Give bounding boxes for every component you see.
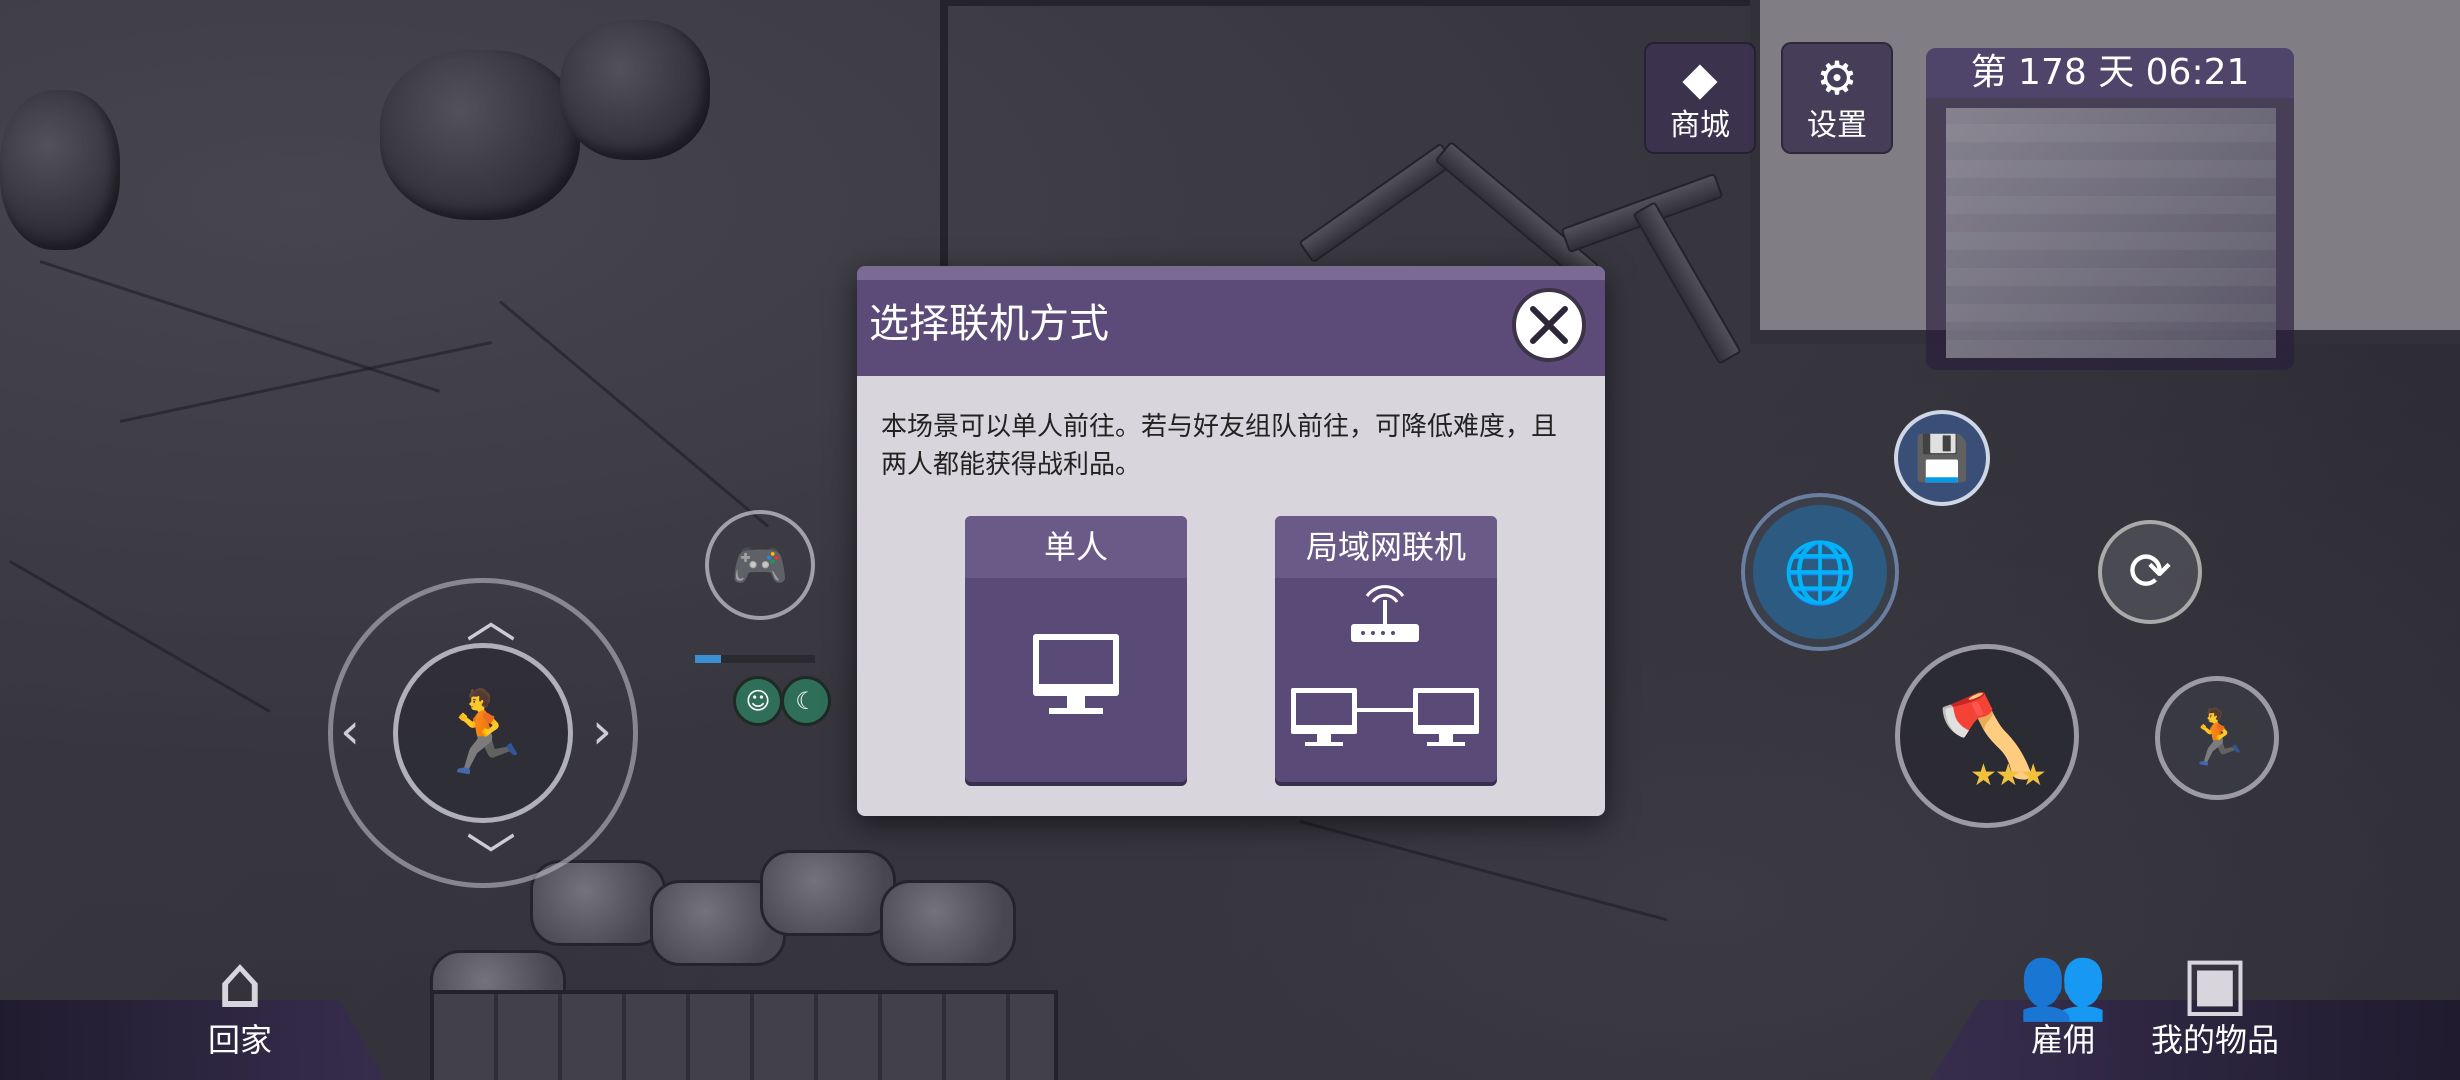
option-label: 局域网联机 bbox=[1275, 516, 1497, 578]
monitor-icon bbox=[1033, 634, 1119, 714]
single-player-option[interactable]: 单人 bbox=[965, 516, 1187, 782]
my-items-label: 我的物品 bbox=[2150, 1021, 2279, 1059]
gear-icon: ⚙ bbox=[1816, 51, 1858, 105]
swap-button[interactable]: ⟳ bbox=[2098, 520, 2202, 624]
status-teammate-icon: ☺ bbox=[733, 676, 783, 726]
globe-gamepad-icon: 🌐 bbox=[1782, 537, 1858, 608]
weapon-stars: ★★★ bbox=[1970, 758, 2047, 793]
lan-multiplayer-option[interactable]: 局域网联机 bbox=[1275, 516, 1497, 782]
chevron-down-icon: ﹀ bbox=[466, 829, 516, 887]
home-button[interactable]: ⌂ 回家 bbox=[180, 942, 300, 1058]
sprint-button[interactable]: 🏃 bbox=[2155, 676, 2279, 800]
home-label: 回家 bbox=[207, 1021, 272, 1059]
chevron-up-icon: ︿ bbox=[466, 591, 516, 649]
lan-network-icon bbox=[1291, 585, 1479, 746]
multiplayer-button[interactable]: 🌐 bbox=[1745, 497, 1895, 647]
running-man-icon: 🏃 bbox=[433, 686, 533, 779]
minimap[interactable]: 第 178 天 06:21 bbox=[1926, 48, 2294, 370]
save-upload-button[interactable]: 💾 bbox=[1894, 410, 1990, 506]
diamond-icon: ◆ bbox=[1682, 51, 1718, 105]
player-health-bar bbox=[695, 655, 815, 663]
hire-button[interactable]: 👥 雇佣 bbox=[2008, 942, 2118, 1058]
dialog-header: 选择联机方式 bbox=[857, 266, 1605, 376]
connection-mode-dialog: 选择联机方式 本场景可以单人前往。若与好友组队前往，可降低难度，且两人都能获得战… bbox=[857, 266, 1605, 816]
health-bar-fill bbox=[695, 655, 722, 663]
save-icon: 💾 bbox=[1914, 433, 1970, 484]
hire-label: 雇佣 bbox=[2030, 1021, 2095, 1059]
joystick-knob[interactable]: 🏃 bbox=[393, 643, 573, 823]
settings-label: 设置 bbox=[1807, 108, 1867, 143]
my-items-button[interactable]: ▣ 我的物品 bbox=[2140, 942, 2290, 1058]
dialog-header-band bbox=[857, 266, 1605, 280]
chevron-left-icon: ‹ bbox=[340, 702, 360, 760]
sprint-icon: 🏃 bbox=[2183, 706, 2251, 769]
status-moon-icon: ☾ bbox=[781, 676, 831, 726]
chevron-right-icon: › bbox=[592, 702, 612, 760]
house-icon: ⌂ bbox=[217, 940, 263, 1024]
settings-button[interactable]: ⚙ 设置 bbox=[1781, 42, 1893, 154]
refresh-icon: ⟳ bbox=[2128, 542, 2172, 602]
day-time-display: 第 178 天 06:21 bbox=[1926, 48, 2294, 98]
shop-label: 商城 bbox=[1670, 108, 1730, 143]
player-character: 🎮 bbox=[705, 510, 815, 620]
shop-button[interactable]: ◆ 商城 bbox=[1644, 42, 1756, 154]
people-icon: 👥 bbox=[2018, 940, 2108, 1024]
option-label: 单人 bbox=[965, 516, 1187, 578]
chest-icon: ▣ bbox=[2180, 940, 2250, 1024]
minimap-map bbox=[1946, 108, 2276, 358]
dialog-description: 本场景可以单人前往。若与好友组队前往，可降低难度，且两人都能获得战利品。 bbox=[881, 412, 1558, 480]
close-icon bbox=[1530, 306, 1568, 344]
attack-weapon-button[interactable]: 🪓 bbox=[1895, 644, 2079, 828]
close-button[interactable] bbox=[1512, 288, 1586, 362]
dialog-title: 选择联机方式 bbox=[869, 301, 1109, 347]
gamepad-icon: 🎮 bbox=[731, 537, 789, 592]
